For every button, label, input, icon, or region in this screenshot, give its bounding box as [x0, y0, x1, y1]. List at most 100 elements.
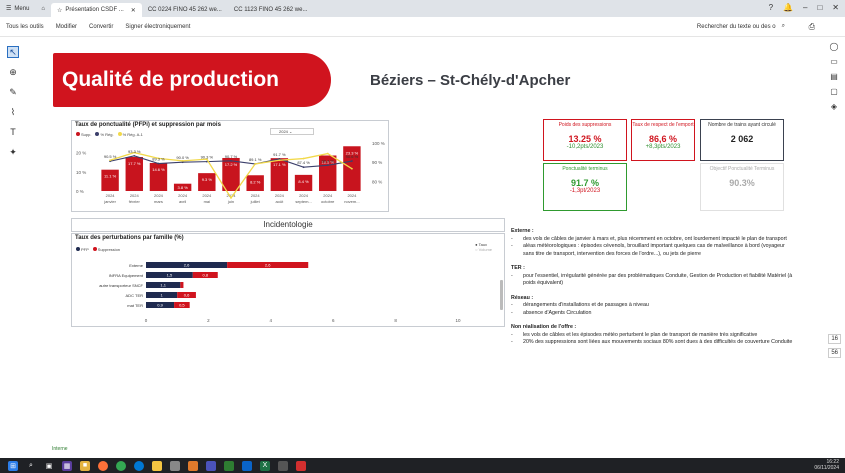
search-area[interactable]: Rechercher du texte ou des o ⌕: [697, 23, 785, 30]
pfp-data-label: 1,5: [167, 273, 173, 278]
app-icon-3[interactable]: [134, 460, 144, 471]
current-page[interactable]: 16: [828, 334, 841, 344]
print-icon[interactable]: ⎙: [809, 22, 815, 32]
teams-icon[interactable]: [206, 460, 216, 471]
app-icon-6[interactable]: [224, 460, 234, 471]
search-label[interactable]: Rechercher du texte ou des o: [697, 24, 776, 30]
toolbar-edit[interactable]: Modifier: [50, 24, 83, 30]
x-tick-month: avril: [179, 199, 186, 204]
bullet-text: aléas météorologiques : épisodes cévenol…: [523, 243, 785, 257]
x-tick-month: août: [275, 199, 284, 204]
reg-prev-point: [326, 152, 329, 155]
bell-icon[interactable]: 🔔: [783, 3, 793, 12]
stamp-tool-icon[interactable]: ✦: [7, 146, 19, 158]
firefox-icon[interactable]: [98, 460, 108, 471]
taskbar: ⊞ ⌕ ▣ ▦ ■ X 16:22 06/11/2024: [0, 458, 845, 473]
suppression-bar: [180, 282, 184, 288]
pen-tool-icon[interactable]: ✎: [7, 86, 19, 98]
reg-point: [302, 166, 305, 169]
layers-icon[interactable]: ◈: [831, 102, 837, 111]
supp-data-label: 8.2 %: [250, 179, 261, 184]
category-label: autre transporteur SNCF: [99, 283, 143, 288]
tab-cc-1123[interactable]: CC 1123 FINO 45 262 we...: [228, 3, 314, 17]
bullet-dash: -: [511, 302, 513, 308]
reg-point: [133, 154, 136, 157]
x-tick-month: septem...: [295, 199, 311, 204]
maximize-icon[interactable]: □: [817, 3, 822, 12]
kpi-label: Taux de respect de l'emport: [632, 122, 694, 128]
app-icon-7[interactable]: [278, 460, 288, 471]
x-tick-month: juillet: [250, 199, 261, 204]
x-tick-year: 2024: [202, 193, 212, 198]
bullet-dash: -: [511, 235, 513, 242]
kpi-card-ponctualite: Ponctualité terminus 91.7 % -1,3pt/2023: [543, 163, 627, 211]
x-tick-month: mars: [154, 199, 163, 204]
x-tick-month: novem...: [344, 199, 359, 204]
commentary-notes: Externe : - des vols de câbles de janvier …: [511, 226, 797, 347]
tab-cc-0224[interactable]: CC 0224 FINO 45 262 we...: [142, 3, 228, 17]
kpi-card-trains: Nombre de trains ayant circulé 2 062: [700, 119, 784, 161]
pages-icon[interactable]: ▤: [830, 72, 838, 81]
select-tool-icon[interactable]: ↖: [7, 46, 19, 58]
y-right-tick: 90 %: [372, 160, 382, 165]
close-icon[interactable]: ✕: [832, 3, 839, 12]
toolbar-all-tools[interactable]: Tous les outils: [0, 24, 50, 30]
bookmark-icon[interactable]: ▭: [830, 57, 838, 66]
reg-point: [157, 162, 160, 165]
pfp-data-label: 2,6: [184, 263, 190, 268]
bullet-text: absence d'Agents Circulation: [523, 309, 592, 316]
scrollbar-thumb: [500, 280, 503, 310]
category-label: Externe: [129, 263, 144, 268]
app-icon-1[interactable]: ▦: [62, 460, 72, 471]
close-tab-icon[interactable]: ✕: [131, 7, 136, 14]
window-controls: ? 🔔 – □ ✕: [769, 3, 839, 12]
comment-icon[interactable]: ◯: [830, 42, 839, 51]
slide-subtitle: Béziers – St-Chély-d'Apcher: [370, 72, 571, 89]
reg-data-label: 90.0 %: [176, 155, 189, 160]
windows-start-icon[interactable]: ⊞: [8, 460, 18, 471]
x-tick-year: 2024: [275, 193, 285, 198]
search-icon[interactable]: ⌕: [782, 23, 785, 30]
minimize-icon[interactable]: –: [803, 3, 807, 12]
taskbar-search-icon[interactable]: ⌕: [26, 461, 36, 471]
kpi-card-objectif: Objectif Ponctualité Terminus 90.3%: [700, 163, 784, 211]
app-icon-5[interactable]: [188, 460, 198, 471]
y-left-tick: 20 %: [76, 151, 86, 156]
folder-icon[interactable]: [152, 460, 162, 471]
monthly-punctuality-chart: Taux de ponctualité (PFPi) et suppressio…: [71, 120, 389, 212]
screen: ☰ Menu ⌂ ☆ Présentation CSDF ... ✕ CC 02…: [0, 0, 845, 473]
toolbar-sign[interactable]: Signer électroniquement: [119, 24, 196, 30]
supp-data-label: 17.2 %: [225, 162, 238, 167]
menu-button[interactable]: ☰ Menu: [0, 5, 35, 13]
classification-label: Interne: [52, 446, 68, 452]
notes-bullet: - aléas météorologiques : épisodes céveno…: [511, 243, 797, 258]
notes-bullet: - les vols de câbles et les épisodes mété…: [511, 332, 797, 340]
bullet-dash: -: [511, 331, 513, 338]
reg-prev-point: [278, 159, 281, 162]
chrome-icon[interactable]: [116, 460, 126, 471]
kpi-label: Nombre de trains ayant circulé: [708, 122, 776, 128]
text-tool-icon[interactable]: T: [7, 126, 19, 138]
kpi-card-emport: Taux de respect de l'emport 86,6 % +8,3pts…: [631, 119, 695, 161]
zoom-tool-icon[interactable]: ⊕: [7, 66, 19, 78]
outlook-icon[interactable]: [242, 460, 252, 471]
kpi-value: 86,6 %: [648, 134, 678, 144]
suppression-data-label: 0,8: [202, 273, 208, 278]
home-icon[interactable]: ⌂: [35, 6, 51, 12]
kpi-delta: -10,2pts/2023: [566, 144, 604, 150]
app-icon-4[interactable]: [170, 460, 180, 471]
app-icon-2[interactable]: ■: [80, 460, 90, 471]
supp-data-label: 17.1 %: [273, 162, 286, 167]
tab-presentation[interactable]: ☆ Présentation CSDF ... ✕: [51, 3, 142, 17]
help-icon[interactable]: ?: [769, 3, 773, 12]
attach-icon[interactable]: ▢: [830, 87, 838, 96]
excel-icon[interactable]: X: [260, 460, 270, 471]
notes-bullet: - absence d'Agents Circulation: [511, 310, 797, 318]
acrobat-icon[interactable]: [296, 460, 306, 471]
suppression-data-label: 0,5: [179, 303, 185, 308]
task-view-icon[interactable]: ▣: [44, 461, 54, 471]
system-clock[interactable]: 16:22 06/11/2024: [814, 459, 839, 471]
total-pages: 56: [828, 348, 841, 358]
toolbar-convert[interactable]: Convertir: [83, 24, 119, 30]
highlight-tool-icon[interactable]: ⌇: [7, 106, 19, 118]
